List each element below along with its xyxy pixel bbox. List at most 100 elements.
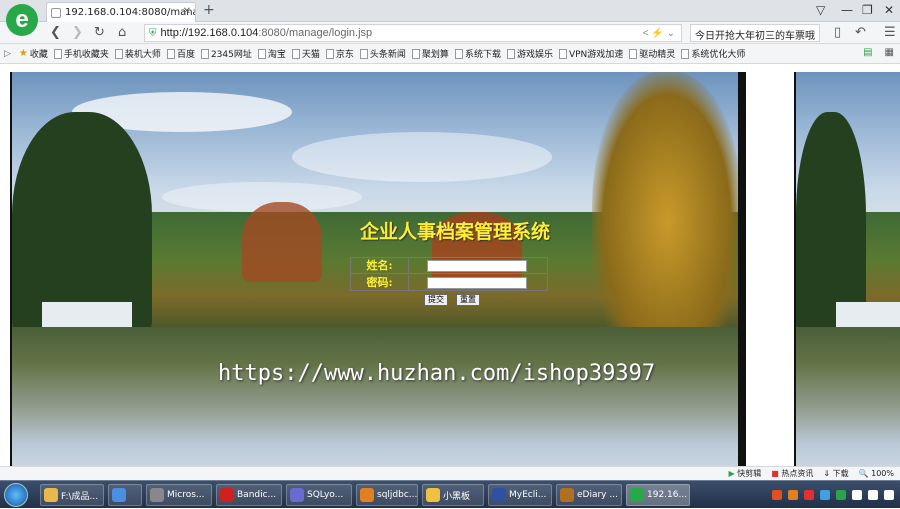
skin-icon[interactable]: ▽ <box>816 3 825 17</box>
doc-icon <box>257 48 266 59</box>
doc-icon <box>454 48 463 59</box>
bookmark-item[interactable]: 头条新闻 <box>359 47 406 60</box>
windows-taskbar: F:\成品... Micros... Bandic... SQLyo... sq… <box>0 480 900 508</box>
bookmark-label: 系统优化大师 <box>691 50 746 60</box>
autumn-tree <box>242 202 322 282</box>
eclipse-icon <box>492 488 506 502</box>
task-myeclipse[interactable]: MyEcli... <box>488 484 552 506</box>
doc-icon <box>325 48 334 59</box>
bookmark-item[interactable]: 系统下载 <box>454 47 501 60</box>
bookmark-label: 聚划算 <box>421 50 449 60</box>
database-icon <box>290 488 304 502</box>
doc-icon <box>114 48 123 59</box>
star-icon: ★ <box>18 48 28 59</box>
bookmark-item[interactable]: VPN游戏加速 <box>558 47 624 60</box>
browser-icon <box>630 488 644 502</box>
sidebar-toggle-icon[interactable]: ▷ <box>4 49 11 59</box>
task-blackboard[interactable]: 小黑板 <box>422 484 484 506</box>
maximize-button[interactable]: ❐ <box>862 3 873 17</box>
tray-icon[interactable] <box>820 490 830 500</box>
zoom-level[interactable]: 🔍 100% <box>859 469 894 478</box>
bookmark-favorites[interactable]: ★ 收藏 <box>19 47 48 60</box>
bookmark-item[interactable]: 装机大师 <box>114 47 161 60</box>
bookmark-item[interactable]: 淘宝 <box>257 47 286 60</box>
bookmark-item[interactable]: 天猫 <box>291 47 320 60</box>
status-item[interactable]: ■ 热点资讯 <box>771 468 813 479</box>
task-microsoft[interactable]: Micros... <box>146 484 212 506</box>
name-row: 姓名: <box>351 257 547 274</box>
close-tab-icon[interactable]: ✕ <box>183 6 191 17</box>
doc-icon <box>291 48 300 59</box>
status-item[interactable]: ⇓ 下载 <box>823 468 848 479</box>
system-tray <box>690 481 900 509</box>
url-host: http://192.168.0.104 <box>160 27 259 39</box>
task-sqljdbc[interactable]: sqljdbc... <box>356 484 418 506</box>
bookmark-label: 淘宝 <box>267 50 286 60</box>
task-browser[interactable]: 192.16... <box>626 484 690 506</box>
status-item[interactable]: ▶ 快剪辑 <box>729 468 762 479</box>
home-icon[interactable]: ⌂ <box>118 25 126 40</box>
apps-grid-icon[interactable]: ▦ <box>885 47 894 58</box>
tray-icon[interactable] <box>804 490 814 500</box>
bookmark-item[interactable]: 系统优化大师 <box>681 47 745 60</box>
watermark-text: https://www.huzhan.com/ishop39397 <box>218 361 656 386</box>
bookmark-item[interactable]: 聚划算 <box>411 47 449 60</box>
task-app[interactable] <box>108 484 142 506</box>
bookmark-label: VPN游戏加速 <box>568 50 624 60</box>
lake-water <box>12 327 738 466</box>
password-input[interactable] <box>427 277 527 289</box>
share-icon[interactable]: < ⚡ ⌄ <box>643 28 675 39</box>
bookmark-item[interactable]: 游戏娱乐 <box>506 47 553 60</box>
cloud <box>292 132 552 182</box>
bookmark-item[interactable]: 2345网址 <box>200 47 252 60</box>
doc-icon <box>411 48 420 59</box>
landscape-background-repeat <box>794 72 900 466</box>
bookmark-item[interactable]: 驱动精灵 <box>629 47 675 60</box>
bookmark-item[interactable]: 百度 <box>166 47 195 60</box>
bookmark-label: 2345网址 <box>210 50 252 60</box>
password-label: 密码: <box>351 275 409 291</box>
new-tab-button[interactable]: + <box>203 2 215 18</box>
start-button[interactable] <box>4 483 28 507</box>
task-bandicam[interactable]: Bandic... <box>216 484 282 506</box>
submit-button[interactable]: 提交 <box>424 294 448 306</box>
browser-tab[interactable]: 192.168.0.104:8080/manage/l ✕ <box>46 2 196 22</box>
doc-icon <box>53 48 62 59</box>
app-icon <box>150 488 164 502</box>
task-ediary[interactable]: eDiary ... <box>556 484 622 506</box>
task-explorer[interactable]: F:\成品... <box>40 484 104 506</box>
search-input[interactable]: 今日开抢大年初三的车票哦 <box>690 24 820 42</box>
browser-logo-icon[interactable]: e <box>6 4 38 36</box>
bookmark-item[interactable]: 京东 <box>325 47 354 60</box>
bookmark-label: 装机大师 <box>124 50 161 60</box>
bird-icon <box>112 488 126 502</box>
undo-icon[interactable]: ↶ <box>855 25 866 40</box>
menu-icon[interactable]: ☰ <box>884 25 896 40</box>
minimize-button[interactable]: — <box>841 3 853 17</box>
tray-icon[interactable] <box>788 490 798 500</box>
tab-bar: 192.168.0.104:8080/manage/l ✕ + ▽ — ❐ ✕ <box>0 0 900 22</box>
forward-icon[interactable]: ❯ <box>72 25 83 40</box>
tray-icon[interactable] <box>772 490 782 500</box>
name-input[interactable] <box>427 259 527 272</box>
reader-icon[interactable]: ▤ <box>863 47 872 58</box>
address-bar[interactable]: ⛨ http://192.168.0.104:8080/manage/login… <box>144 24 682 42</box>
bookmarks-bar: ▷ ★ 收藏 手机收藏夹 装机大师 百度 2345网址 淘宝 天猫 京东 头条新闻… <box>0 44 900 64</box>
folder-icon <box>44 488 58 502</box>
task-sqlyog[interactable]: SQLyo... <box>286 484 352 506</box>
tray-icon[interactable] <box>884 490 894 500</box>
refresh-icon[interactable]: ↻ <box>94 25 105 40</box>
url-path: :8080/manage/login.jsp <box>258 27 373 39</box>
tray-icon[interactable] <box>852 490 862 500</box>
back-icon[interactable]: ❮ <box>50 25 61 40</box>
doc-icon <box>506 48 515 59</box>
doc-icon <box>166 48 175 59</box>
search-folder-icon <box>360 488 374 502</box>
tray-icon[interactable] <box>868 490 878 500</box>
login-form: 姓名: 密码: <box>350 257 548 291</box>
tray-icon[interactable] <box>836 490 846 500</box>
bookmark-item[interactable]: 手机收藏夹 <box>53 47 109 60</box>
reset-button[interactable]: 重置 <box>456 294 480 306</box>
bookmark-icon[interactable]: ▯ <box>834 25 841 40</box>
close-window-button[interactable]: ✕ <box>884 3 894 17</box>
